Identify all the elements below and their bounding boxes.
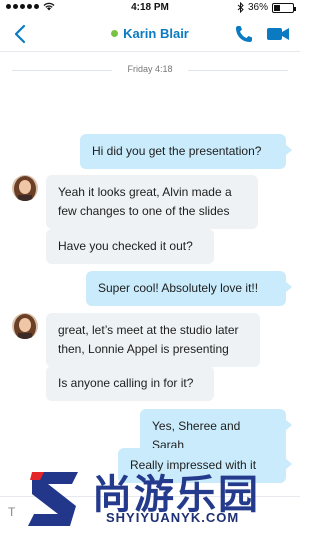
- contact-avatar[interactable]: [12, 313, 38, 339]
- presence-dot-icon: [111, 30, 119, 37]
- conversation-header: Karin Blair: [0, 16, 300, 52]
- divider-line: [188, 70, 288, 71]
- watermark-logo: 尚游乐园 SHYIYUANYK.COM: [20, 458, 300, 533]
- status-bar: 4:18 PM 36%: [0, 0, 300, 16]
- battery-icon: [272, 2, 296, 13]
- incoming-message[interactable]: Yeah it looks great, Alvin made a few ch…: [46, 175, 258, 229]
- message-text: Is anyone calling in for it?: [58, 376, 194, 390]
- contact-name: Karin Blair: [123, 26, 189, 41]
- incoming-message[interactable]: Is anyone calling in for it?: [46, 366, 214, 401]
- message-text: Hi did you get the presentation?: [92, 144, 262, 158]
- date-divider: Friday 4:18: [0, 62, 300, 78]
- phone-call-icon[interactable]: [234, 24, 254, 44]
- battery-fill: [274, 4, 281, 11]
- avatar-image: [12, 175, 38, 201]
- incoming-message[interactable]: Have you checked it out?: [46, 229, 214, 264]
- incoming-message[interactable]: great, let’s meet at the studio later th…: [46, 313, 260, 367]
- message-text: Have you checked it out?: [58, 239, 193, 253]
- avatar-image: [12, 313, 38, 339]
- message-text: Yeah it looks great, Alvin made a few ch…: [58, 185, 232, 218]
- message-input[interactable]: T: [8, 505, 15, 519]
- divider-label: Friday 4:18: [127, 64, 173, 74]
- message-text: great, let’s meet at the studio later th…: [58, 323, 239, 356]
- watermark-s-icon: [28, 472, 78, 526]
- video-call-icon[interactable]: [266, 26, 290, 42]
- bluetooth-icon: [237, 2, 244, 13]
- contact-title[interactable]: Karin Blair: [0, 26, 300, 41]
- message-text: Super cool! Absolutely love it!!: [98, 281, 259, 295]
- outgoing-message[interactable]: Hi did you get the presentation?: [80, 134, 292, 169]
- status-right: 36%: [237, 2, 296, 13]
- battery-percent: 36%: [247, 2, 268, 13]
- outgoing-message[interactable]: Super cool! Absolutely love it!!: [86, 271, 292, 306]
- watermark-url-text: SHYIYUANYK.COM: [106, 510, 240, 525]
- contact-avatar[interactable]: [12, 175, 38, 201]
